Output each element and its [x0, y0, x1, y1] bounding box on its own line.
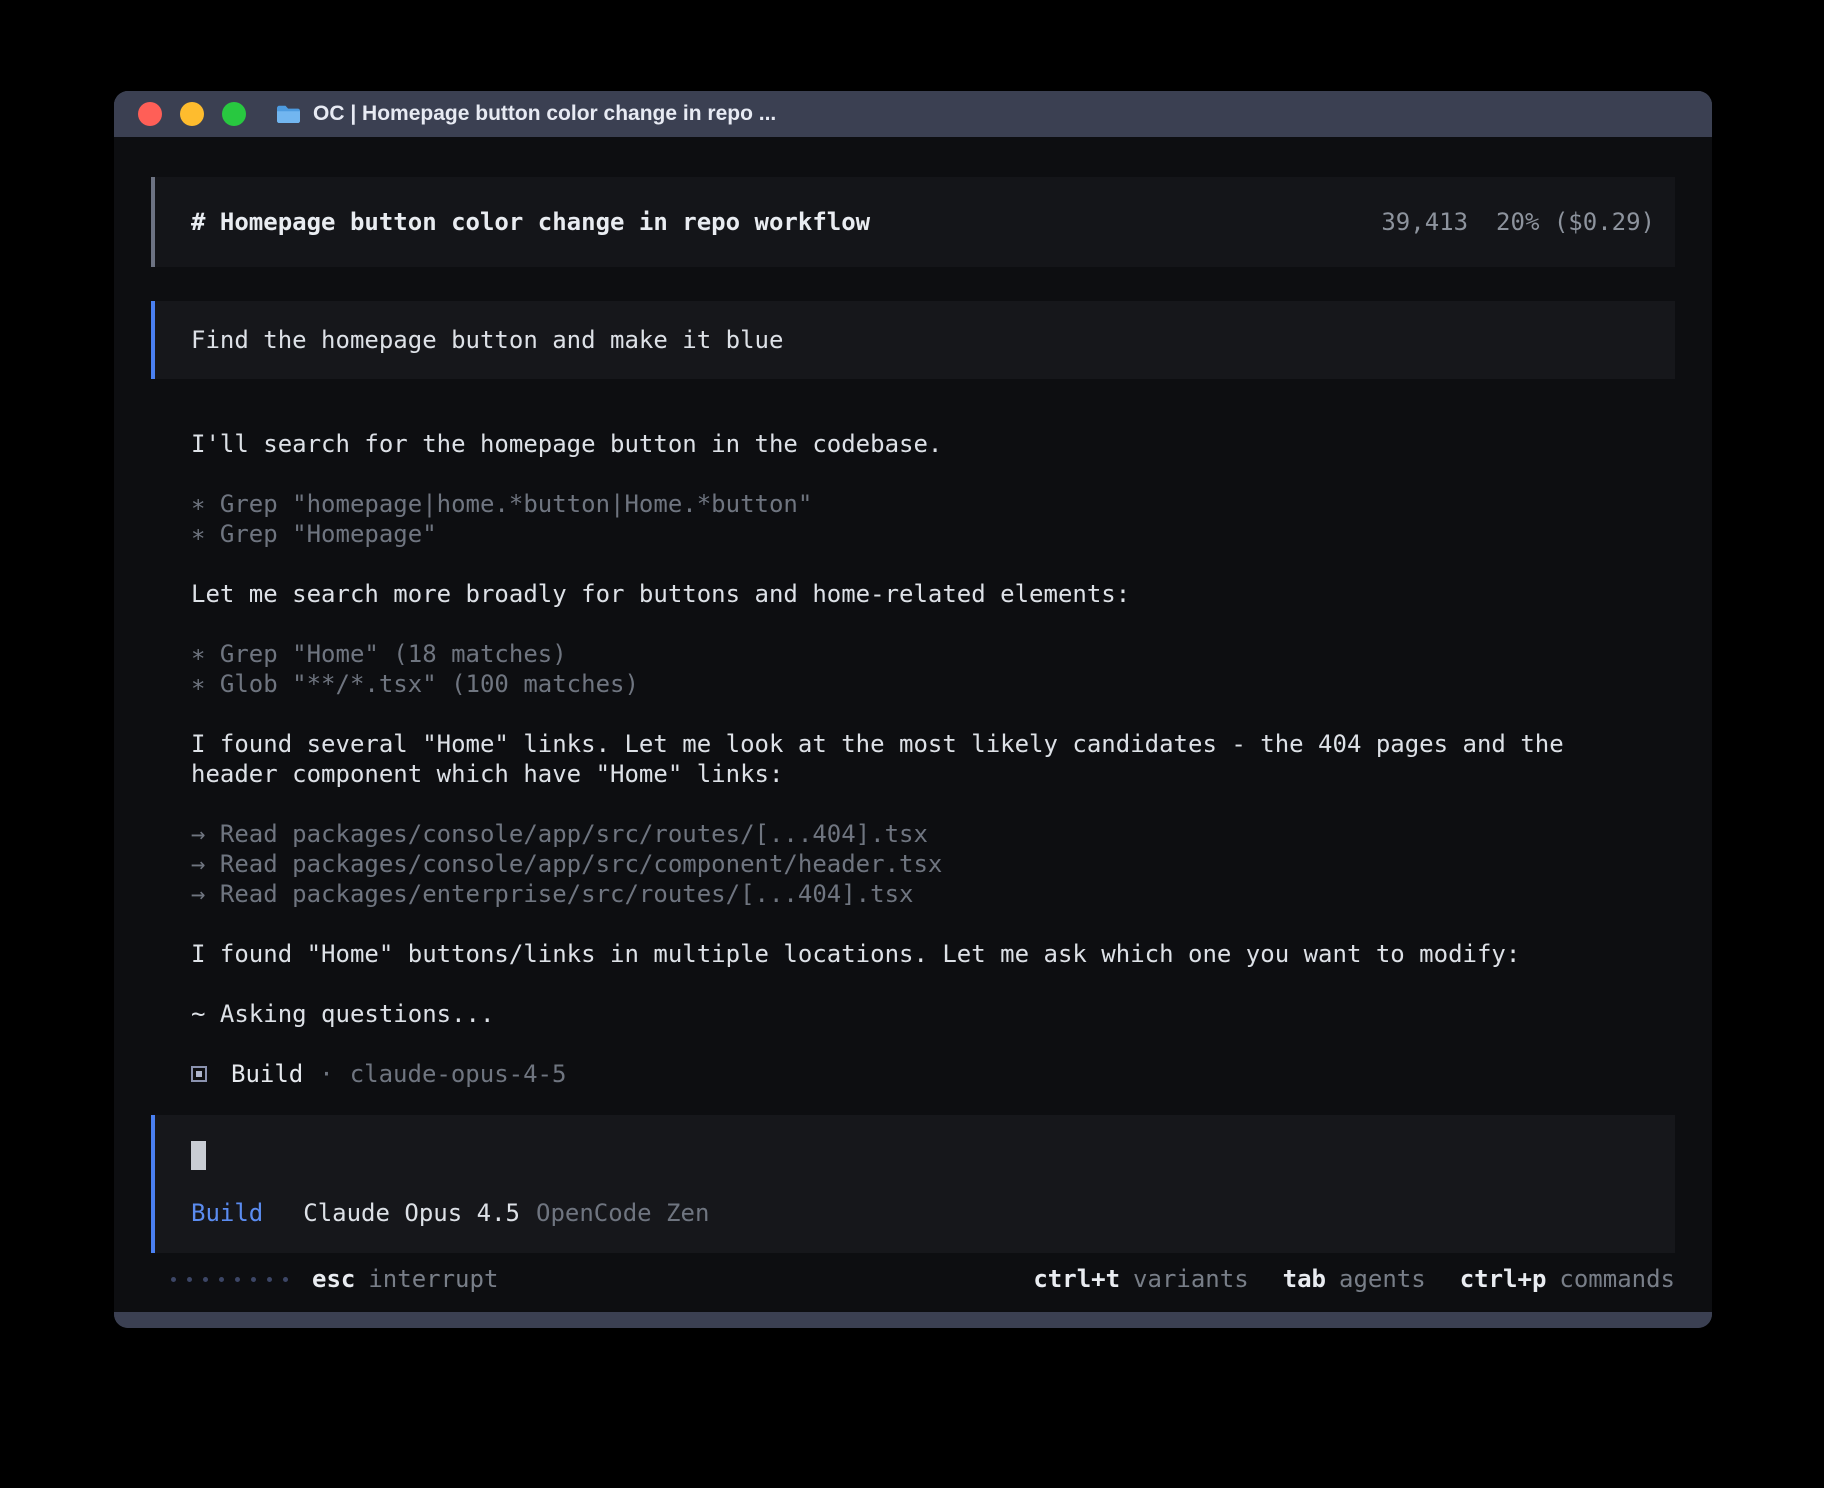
- prompt-input[interactable]: Build Claude Opus 4.5 OpenCode Zen: [151, 1115, 1675, 1253]
- blank-line: [191, 609, 1595, 639]
- close-button[interactable]: [138, 102, 162, 126]
- status-bar-hints: ctrl+t variants tab agents ctrl+p commands: [1033, 1265, 1675, 1293]
- hint-label: commands: [1559, 1265, 1675, 1293]
- hint-key: ctrl+t: [1033, 1265, 1120, 1293]
- blank-line: [191, 549, 1595, 579]
- desktop: { "colors": { "accent_blue": "#4a80f2", …: [0, 0, 1824, 1488]
- terminal-window: OC | Homepage button color change in rep…: [114, 91, 1712, 1328]
- tool-call: ∗ Glob "**/*.tsx" (100 matches): [191, 669, 1595, 699]
- tool-call: ∗ Grep "homepage|home.*button|Home.*butt…: [191, 489, 1595, 519]
- agent-name: Build: [231, 1060, 303, 1088]
- window-title: OC | Homepage button color change in rep…: [313, 102, 776, 126]
- terminal-content: # Homepage button color change in repo w…: [114, 137, 1712, 1312]
- interrupt-label: interrupt: [368, 1265, 498, 1293]
- context-usage: 20% ($0.29): [1496, 208, 1655, 236]
- folder-icon: [276, 104, 301, 124]
- footer-hint: ctrl+p commands: [1460, 1265, 1675, 1293]
- hint-label: variants: [1133, 1265, 1249, 1293]
- agent-status-line: Build · claude-opus-4-5: [151, 1059, 1675, 1089]
- session-title: # Homepage button color change in repo w…: [191, 208, 870, 236]
- user-message: Find the homepage button and make it blu…: [151, 301, 1675, 379]
- file-read: → Read packages/console/app/src/componen…: [191, 849, 1595, 879]
- hint-label: agents: [1339, 1265, 1426, 1293]
- text-cursor: [191, 1141, 206, 1170]
- assistant-text: I'll search for the homepage button in t…: [191, 429, 1595, 459]
- interrupt-key: esc: [312, 1265, 355, 1293]
- file-read: → Read packages/enterprise/src/routes/[.…: [191, 879, 1595, 909]
- assistant-text: I found several "Home" links. Let me loo…: [191, 729, 1595, 789]
- spinner-dot: [187, 1277, 192, 1282]
- agent-mode-label[interactable]: Build: [191, 1199, 263, 1227]
- spinner-dot: [203, 1277, 208, 1282]
- spinner-dot: [251, 1277, 256, 1282]
- file-read: → Read packages/console/app/src/routes/[…: [191, 819, 1595, 849]
- footer-hint: tab agents: [1283, 1265, 1426, 1293]
- blank-line: [191, 459, 1595, 489]
- assistant-text: ~ Asking questions...: [191, 999, 1595, 1029]
- separator-dot: ·: [319, 1060, 333, 1088]
- spinner-dots: [171, 1277, 288, 1282]
- blank-line: [191, 969, 1595, 999]
- window-titlebar[interactable]: OC | Homepage button color change in rep…: [114, 91, 1712, 137]
- window-bottom-edge: [114, 1312, 1712, 1328]
- traffic-lights: [138, 102, 246, 126]
- spinner-dot: [283, 1277, 288, 1282]
- blank-line: [191, 699, 1595, 729]
- transcript: I'll search for the homepage button in t…: [151, 429, 1675, 1029]
- session-stats: 39,413 20% ($0.29): [1381, 208, 1655, 236]
- hint-key: tab: [1283, 1265, 1326, 1293]
- spinner-dot: [235, 1277, 240, 1282]
- assistant-text: I found "Home" buttons/links in multiple…: [191, 939, 1595, 969]
- model-label[interactable]: Claude Opus 4.5: [303, 1199, 520, 1227]
- status-bar: esc interrupt ctrl+tvariantstabagentsctr…: [151, 1264, 1675, 1294]
- assistant-text: Let me search more broadly for buttons a…: [191, 579, 1595, 609]
- user-message-text: Find the homepage button and make it blu…: [191, 326, 783, 354]
- provider-label: OpenCode Zen: [536, 1199, 709, 1227]
- tool-call: ∗ Grep "Home" (18 matches): [191, 639, 1595, 669]
- minimize-button[interactable]: [180, 102, 204, 126]
- agent-square-dot-icon: [191, 1066, 207, 1082]
- blank-line: [191, 789, 1595, 819]
- hint-key: ctrl+p: [1460, 1265, 1547, 1293]
- spinner-dot: [171, 1277, 176, 1282]
- session-header: # Homepage button color change in repo w…: [151, 177, 1675, 267]
- input-mode-line: Build Claude Opus 4.5 OpenCode Zen: [191, 1199, 1639, 1227]
- token-count: 39,413: [1381, 208, 1468, 236]
- status-bar-left: esc interrupt: [151, 1265, 498, 1293]
- blank-line: [191, 909, 1595, 939]
- tool-call: ∗ Grep "Homepage": [191, 519, 1595, 549]
- zoom-button[interactable]: [222, 102, 246, 126]
- spinner-dot: [219, 1277, 224, 1282]
- spinner-dot: [267, 1277, 272, 1282]
- footer-hint: ctrl+t variants: [1033, 1265, 1248, 1293]
- agent-model: claude-opus-4-5: [350, 1060, 567, 1088]
